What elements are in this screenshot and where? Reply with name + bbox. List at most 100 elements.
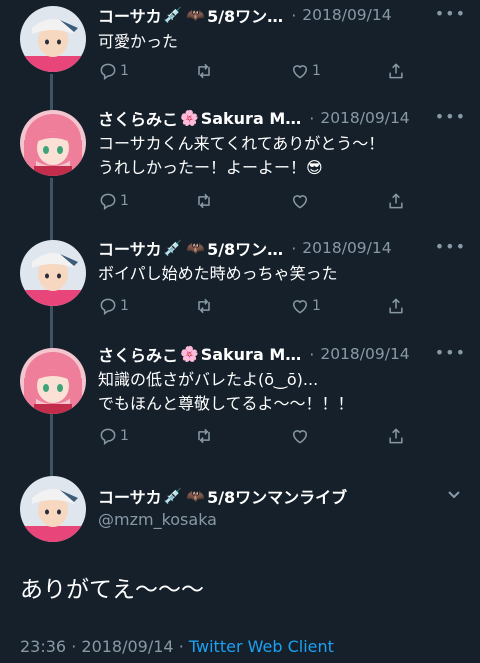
separator: · (71, 637, 77, 656)
display-name-suffix[interactable]: Sakura M… (201, 345, 302, 364)
reply-icon (100, 428, 116, 445)
like-count: 1 (312, 63, 321, 79)
tweet-actions: 1 1 (98, 59, 408, 83)
retweet-button[interactable] (194, 191, 290, 211)
reply-button[interactable]: 1 (98, 191, 194, 211)
avatar[interactable] (20, 6, 86, 72)
tweet-header: さくらみこ 🌸 Sakura M… · 2018/09/14 (98, 106, 466, 130)
heart-icon (292, 65, 308, 79)
thread-line (50, 306, 53, 348)
display-name[interactable]: コーサカ (98, 484, 162, 508)
tweet-text: 知識の低さがバレたよ(ō‿ō)... でもほんと尊敬してるよ〜〜！！！ (98, 368, 460, 416)
tweet-text-line: 可愛かった (98, 32, 179, 51)
reply-icon (100, 63, 116, 80)
retweet-button[interactable] (194, 296, 290, 316)
tweet-date[interactable]: 2018/09/14 (320, 109, 409, 127)
bat-emoji: 🦇 (186, 239, 206, 257)
client-link[interactable]: Twitter Web Client (189, 637, 334, 656)
tweet-date[interactable]: 2018/09/14 (81, 637, 173, 656)
reply-count: 1 (120, 428, 129, 444)
main-tweet-text: ありがてえ〜〜〜 (20, 577, 204, 603)
more-options-icon[interactable]: ••• (435, 107, 466, 126)
avatar[interactable] (20, 110, 86, 176)
tweet-text-line: でもほんと尊敬してるよ〜〜！！！ (98, 394, 354, 413)
tweet-date[interactable]: 2018/09/14 (302, 6, 391, 24)
retweet-button[interactable] (194, 426, 290, 446)
share-button[interactable] (386, 191, 408, 211)
thread-line (50, 178, 53, 240)
share-button[interactable] (386, 426, 408, 446)
tweet-text-line: コーサカくん来てくれてありがとう〜！ (98, 134, 385, 153)
display-name-suffix[interactable]: Sakura M… (201, 109, 302, 128)
like-button[interactable] (290, 191, 386, 211)
more-options-icon[interactable]: ••• (435, 343, 466, 362)
retweet-icon (198, 428, 210, 444)
separator: · (178, 637, 184, 656)
avatar[interactable] (20, 476, 86, 542)
thread-line (50, 414, 53, 476)
tweet-text: ボイパし始めた時めっちゃ笑った (98, 262, 460, 286)
share-button[interactable] (386, 296, 408, 316)
reply-count: 1 (120, 63, 129, 79)
retweet-icon (198, 193, 210, 209)
display-name[interactable]: さくらみこ (98, 106, 178, 130)
tweet-actions: 1 (98, 424, 408, 448)
reply-icon (100, 298, 116, 315)
heart-icon (292, 430, 308, 444)
display-name[interactable]: さくらみこ (98, 342, 178, 366)
tweet-date[interactable]: 2018/09/14 (320, 345, 409, 363)
tweet-date[interactable]: 2018/09/14 (302, 239, 391, 257)
tweet-time[interactable]: 23:36 (20, 637, 66, 656)
tweet-text-line: ボイパし始めた時めっちゃ笑った (98, 264, 338, 283)
separator: · (309, 344, 315, 364)
heart-icon (292, 195, 308, 209)
cherry-blossom-emoji: 🌸 (180, 109, 199, 127)
main-tweet-header: コーサカ 💉 🦇 5/8ワンマンライブ (98, 484, 347, 508)
display-name[interactable]: コーサカ (98, 236, 162, 260)
display-name-suffix[interactable]: 5/8ワンマンライブ (207, 484, 347, 508)
separator: · (309, 108, 315, 128)
user-handle[interactable]: @mzm_kosaka (98, 510, 217, 529)
heart-icon (292, 300, 308, 314)
share-icon (389, 193, 403, 209)
tweet-metadata: 23:36 · 2018/09/14 · Twitter Web Client (20, 637, 334, 656)
share-icon (389, 428, 403, 444)
reply-button[interactable]: 1 (98, 61, 194, 81)
tweet-text-line: 知識の低さがバレたよ(ō‿ō)... (98, 370, 319, 389)
like-button[interactable]: 1 (290, 61, 386, 81)
tweet-text-line: うれしかったー！よーよー！😎 (98, 158, 323, 177)
reply-button[interactable]: 1 (98, 426, 194, 446)
display-name-suffix[interactable]: 5/8ワン… (207, 236, 283, 260)
tweet-actions: 1 1 (98, 294, 408, 318)
tweet-text: 可愛かった (98, 30, 460, 54)
display-name[interactable]: コーサカ (98, 3, 162, 27)
like-button[interactable] (290, 426, 386, 446)
cherry-blossom-emoji: 🌸 (180, 345, 199, 363)
like-button[interactable]: 1 (290, 296, 386, 316)
separator: · (291, 238, 297, 258)
bat-emoji: 🦇 (186, 487, 206, 505)
avatar[interactable] (20, 348, 86, 414)
tweet-actions: 1 (98, 189, 408, 213)
share-button[interactable] (386, 61, 408, 81)
reply-icon (100, 193, 116, 210)
more-options-icon[interactable]: ••• (435, 237, 466, 256)
tweet-thread-view: コーサカ 💉 🦇 5/8ワン… · 2018/09/14 ••• 可愛かった 1… (0, 0, 480, 663)
share-icon (389, 63, 403, 79)
tweet-text: コーサカくん来てくれてありがとう〜！ うれしかったー！よーよー！😎 (98, 132, 460, 180)
retweet-button[interactable] (194, 61, 290, 81)
like-count: 1 (312, 298, 321, 314)
retweet-icon (198, 298, 210, 314)
tweet-header: コーサカ 💉 🦇 5/8ワン… · 2018/09/14 (98, 3, 466, 27)
tweet-header: コーサカ 💉 🦇 5/8ワン… · 2018/09/14 (98, 236, 466, 260)
reply-button[interactable]: 1 (98, 296, 194, 316)
separator: · (291, 5, 297, 25)
share-icon (389, 298, 403, 314)
display-name-suffix[interactable]: 5/8ワン… (207, 3, 283, 27)
bat-emoji: 🦇 (186, 6, 206, 24)
thread-line (50, 74, 53, 110)
reply-count: 1 (120, 193, 129, 209)
chevron-down-icon[interactable] (446, 486, 462, 506)
avatar[interactable] (20, 240, 86, 306)
more-options-icon[interactable]: ••• (435, 4, 466, 23)
